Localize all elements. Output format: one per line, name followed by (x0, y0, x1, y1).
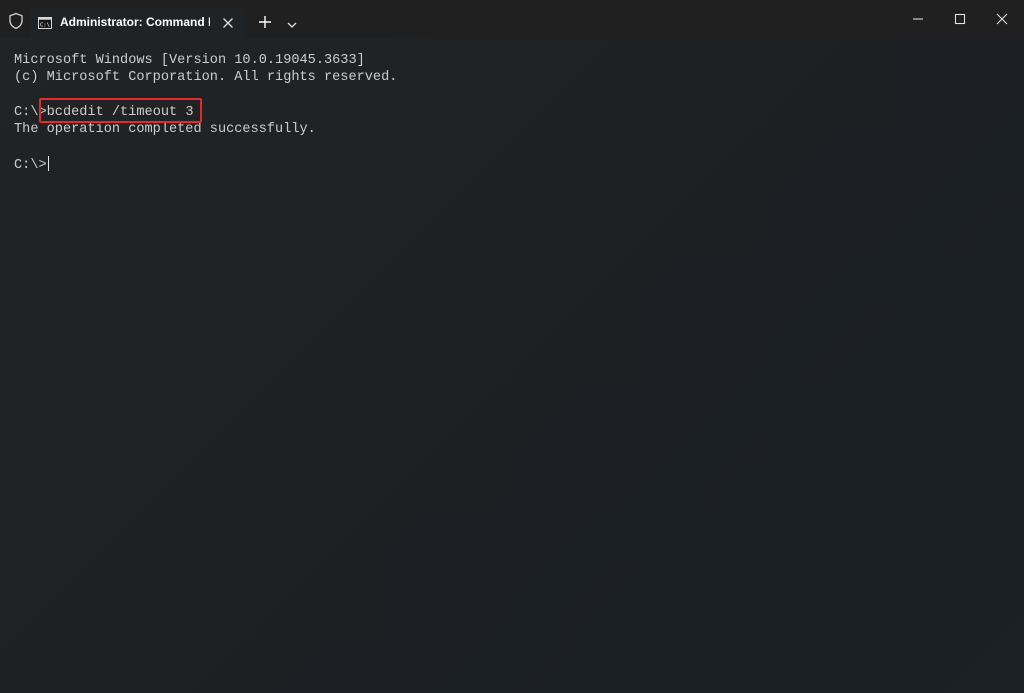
terminal-window: C:\ Administrator: Command Prompt (0, 0, 1024, 693)
text-cursor (47, 155, 50, 171)
command-prompt-icon: C:\ (38, 16, 52, 29)
console-output-line: The operation completed successfully. (14, 122, 316, 138)
console-prompt: C:\> (14, 157, 47, 173)
minimize-icon (913, 18, 923, 20)
maximize-button[interactable] (938, 0, 982, 38)
command-highlight-box (39, 97, 202, 123)
minimize-button[interactable] (896, 0, 940, 38)
tab-close-icon[interactable] (222, 16, 234, 28)
console-header-line: Microsoft Windows [Version 10.0.19045.36… (14, 53, 365, 68)
tab-command-prompt[interactable]: C:\ Administrator: Command Prompt (30, 7, 244, 38)
new-tab-button[interactable] (258, 15, 272, 29)
maximize-icon (954, 13, 966, 25)
chevron-down-icon (287, 22, 297, 28)
console-command-line: C:\>bcdedit /timeout 3 (14, 97, 1010, 123)
close-button[interactable] (980, 0, 1024, 38)
title-bar[interactable]: C:\ Administrator: Command Prompt (0, 0, 1024, 38)
console-copyright-line: (c) Microsoft Corporation. All rights re… (14, 70, 398, 86)
tab-dropdown-button[interactable] (286, 17, 298, 28)
tab-title: Administrator: Command Prompt (60, 15, 210, 29)
console-active-prompt-line[interactable]: C:\> (14, 155, 1010, 173)
close-icon (996, 13, 1008, 25)
console-output[interactable]: Microsoft Windows [Version 10.0.19045.36… (0, 38, 1024, 693)
shield-icon (7, 12, 25, 30)
plus-icon (259, 16, 271, 28)
svg-text:C:\: C:\ (40, 23, 50, 29)
